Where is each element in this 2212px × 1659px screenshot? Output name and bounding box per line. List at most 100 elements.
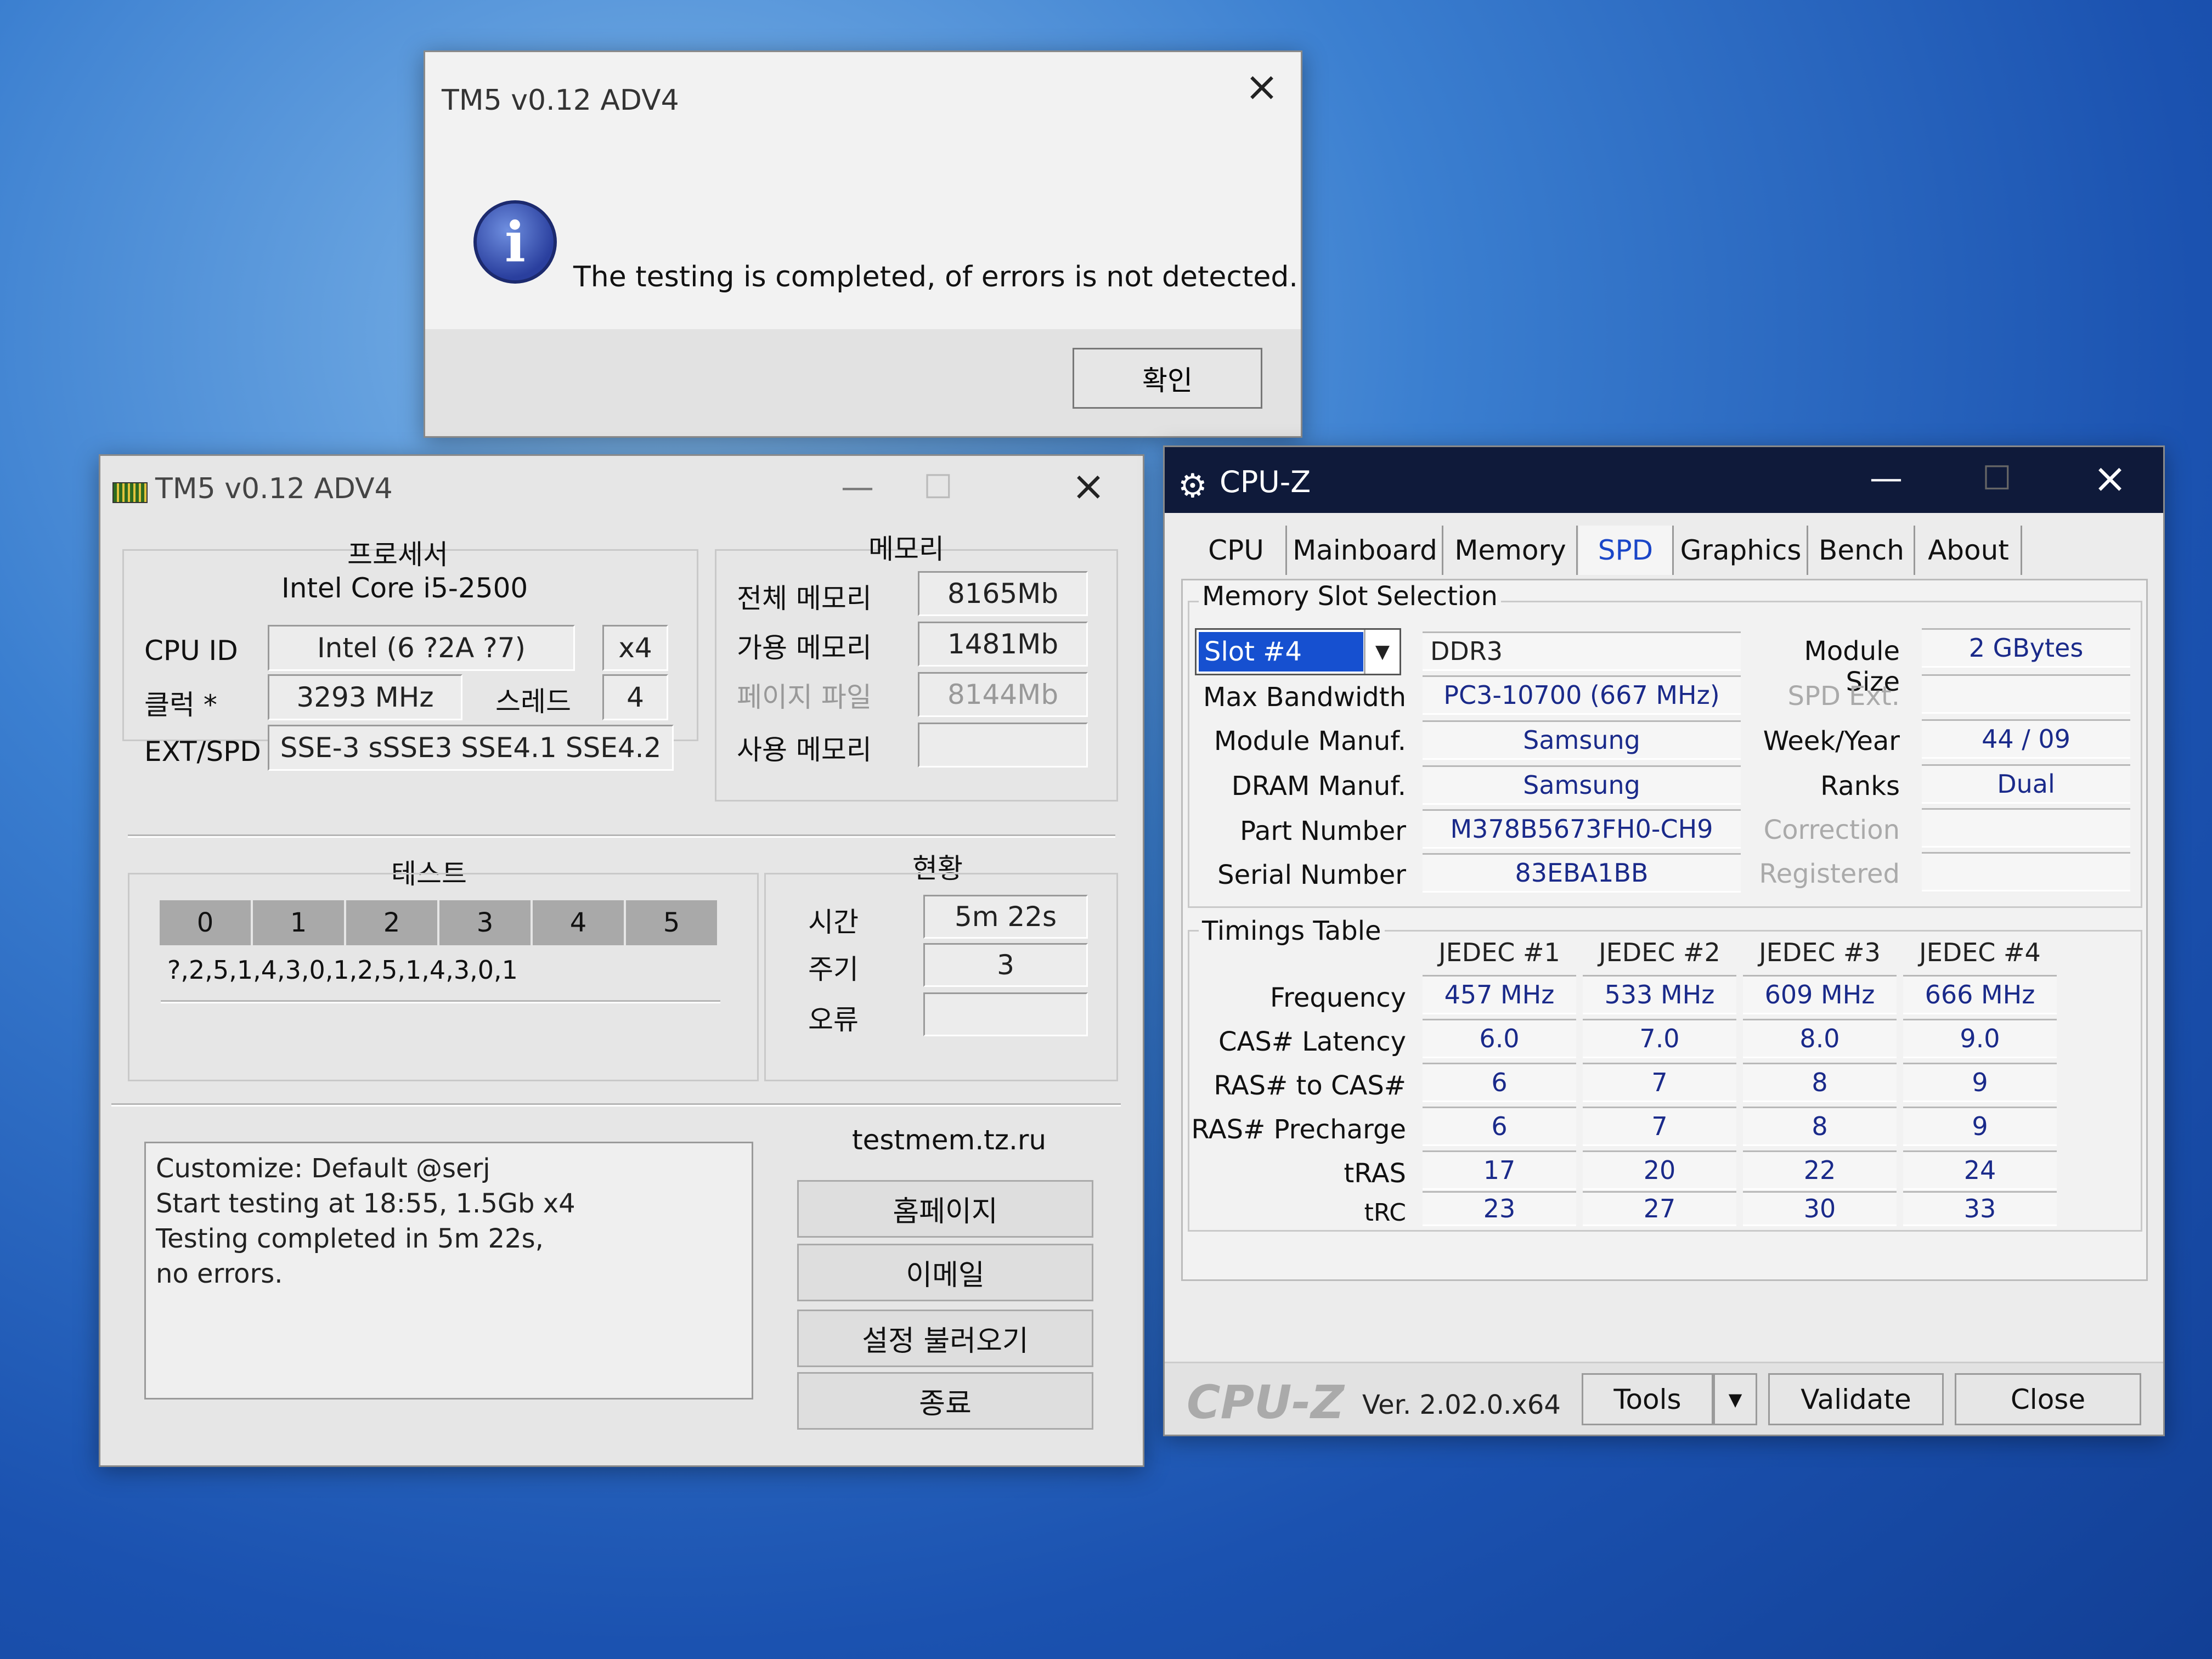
spd-ext-label: SPD Ext.	[1787, 681, 1900, 712]
result-dialog: TM5 v0.12 ADV4 × i The testing is comple…	[424, 50, 1302, 438]
cpuz-version: Ver. 2.02.0.x64	[1362, 1390, 1561, 1420]
timing-label: RAS# Precharge	[1191, 1114, 1406, 1145]
minimize-icon[interactable]: —	[1870, 459, 1903, 498]
close-button[interactable]: Close	[1955, 1373, 2141, 1425]
exit-button[interactable]: 종료	[797, 1372, 1093, 1430]
info-icon: i	[473, 200, 557, 284]
threads-field: 4	[602, 674, 668, 720]
serial-number-field: 83EBA1BB	[1423, 853, 1741, 893]
timing-cell: 22	[1743, 1150, 1897, 1190]
log-line: Testing completed in 5m 22s,	[156, 1223, 544, 1254]
memory-chip-icon	[112, 482, 148, 503]
dialog-title: TM5 v0.12 ADV4	[442, 84, 679, 117]
jedec-header: JEDEC #1	[1438, 938, 1560, 967]
test-col: 3	[439, 900, 533, 945]
tab-cpu[interactable]: CPU	[1187, 526, 1287, 575]
timing-cell: 7	[1583, 1107, 1736, 1146]
cpuz-bottom-bar: CPU-Z Ver. 2.02.0.x64 Tools ▼ Validate C…	[1165, 1362, 2163, 1435]
minimize-icon[interactable]: —	[841, 468, 874, 506]
log-box[interactable]: Customize: Default @serj Start testing a…	[144, 1142, 753, 1400]
test-col: 5	[626, 900, 719, 945]
ext-label: EXT/SPD	[144, 736, 261, 768]
site-link[interactable]: testmem.tz.ru	[852, 1124, 1046, 1156]
dram-manuf-label: DRAM Manuf.	[1231, 771, 1406, 802]
timing-cell: 8	[1743, 1063, 1897, 1102]
used-memory-field	[918, 723, 1088, 768]
timing-cell: 609 MHz	[1743, 975, 1897, 1014]
cpuz-title: CPU-Z	[1220, 465, 1311, 499]
time-field: 5m 22s	[923, 895, 1088, 939]
separator	[111, 1103, 1121, 1107]
validate-button[interactable]: Validate	[1768, 1373, 1944, 1425]
cpuz-titlebar[interactable]: ⚙ CPU-Z — ☐ ×	[1165, 447, 2163, 513]
tools-button[interactable]: Tools	[1582, 1373, 1713, 1425]
slot-value: Slot #4	[1199, 632, 1363, 672]
timing-cell: 17	[1423, 1150, 1576, 1190]
part-number-label: Part Number	[1240, 816, 1406, 847]
timing-cell: 6	[1423, 1107, 1576, 1146]
tm5-title: TM5 v0.12 ADV4	[155, 472, 393, 505]
week-year-label: Week/Year	[1763, 726, 1900, 757]
email-button[interactable]: 이메일	[797, 1244, 1093, 1301]
timing-cell: 9	[1903, 1063, 2057, 1102]
slot-select[interactable]: Slot #4 ▼	[1195, 628, 1401, 675]
test-divider	[161, 1000, 720, 1003]
chevron-down-icon[interactable]: ▼	[1364, 630, 1400, 674]
separator	[128, 834, 1115, 838]
dialog-close-icon[interactable]: ×	[1245, 66, 1279, 107]
timing-label: CAS# Latency	[1218, 1026, 1406, 1057]
tab-mainboard[interactable]: Mainboard	[1288, 526, 1443, 575]
tm5-titlebar[interactable]: TM5 v0.12 ADV4 — ☐ ×	[100, 456, 1143, 522]
cpuz-window: ⚙ CPU-Z — ☐ × CPU Mainboard Memory SPD G…	[1163, 445, 2165, 1436]
ok-button[interactable]: 확인	[1073, 348, 1262, 409]
cpuid-label: CPU ID	[144, 635, 238, 667]
threads-label: 스레드	[495, 686, 571, 718]
registered-field	[1922, 852, 2130, 891]
timing-cell: 666 MHz	[1903, 975, 2057, 1014]
module-manuf-label: Module Manuf.	[1214, 726, 1406, 757]
error-label: 오류	[808, 1004, 859, 1036]
total-memory-field: 8165Mb	[918, 571, 1088, 616]
timing-cell: 23	[1423, 1191, 1576, 1226]
timing-label: tRAS	[1344, 1158, 1406, 1189]
homepage-button[interactable]: 홈페이지	[797, 1180, 1093, 1238]
timing-cell: 9	[1903, 1107, 2057, 1146]
timing-label: RAS# to CAS#	[1214, 1070, 1406, 1101]
test-col: 0	[160, 900, 253, 945]
cpuid-field: Intel (6 ?2A ?7)	[268, 625, 575, 671]
tab-graphics[interactable]: Graphics	[1675, 526, 1808, 575]
load-settings-button[interactable]: 설정 불러오기	[797, 1310, 1093, 1367]
error-field	[923, 992, 1088, 1036]
correction-label: Correction	[1763, 815, 1900, 845]
serial-number-label: Serial Number	[1217, 860, 1406, 890]
correction-field	[1922, 808, 2130, 848]
module-manuf-field: Samsung	[1423, 720, 1741, 760]
test-col: 2	[346, 900, 439, 945]
spd-ext-field	[1922, 674, 2130, 714]
slot-group-title: Memory Slot Selection	[1199, 581, 1501, 612]
tab-memory[interactable]: Memory	[1444, 526, 1578, 575]
page-file-field: 8144Mb	[918, 672, 1088, 717]
processor-group-title: 프로세서	[347, 539, 448, 571]
page-file-label: 페이지 파일	[737, 681, 872, 713]
tab-about[interactable]: About	[1916, 526, 2022, 575]
part-number-field: M378B5673FH0-CH9	[1423, 809, 1741, 849]
log-line: Start testing at 18:55, 1.5Gb x4	[156, 1188, 575, 1219]
cycle-field: 3	[923, 943, 1088, 987]
used-memory-label: 사용 메모리	[737, 734, 872, 766]
tab-bench[interactable]: Bench	[1809, 526, 1915, 575]
jedec-header: JEDEC #3	[1759, 938, 1881, 967]
timing-cell: 24	[1903, 1150, 2057, 1190]
week-year-field: 44 / 09	[1922, 719, 2130, 759]
tm5-close-icon[interactable]: ×	[1071, 466, 1105, 506]
tab-spd[interactable]: SPD	[1579, 526, 1674, 575]
cpuz-close-icon[interactable]: ×	[2093, 458, 2127, 499]
dialog-footer: 확인	[425, 329, 1301, 436]
cpuz-brand: CPU-Z	[1187, 1375, 1345, 1429]
tools-dropdown-icon[interactable]: ▼	[1713, 1373, 1757, 1425]
clock-label: 클럭 *	[144, 689, 217, 721]
timing-cell: 6.0	[1423, 1019, 1576, 1058]
max-bandwidth-label: Max Bandwidth	[1203, 682, 1406, 713]
timing-cell: 7	[1583, 1063, 1736, 1102]
timing-cell: 9.0	[1903, 1019, 2057, 1058]
